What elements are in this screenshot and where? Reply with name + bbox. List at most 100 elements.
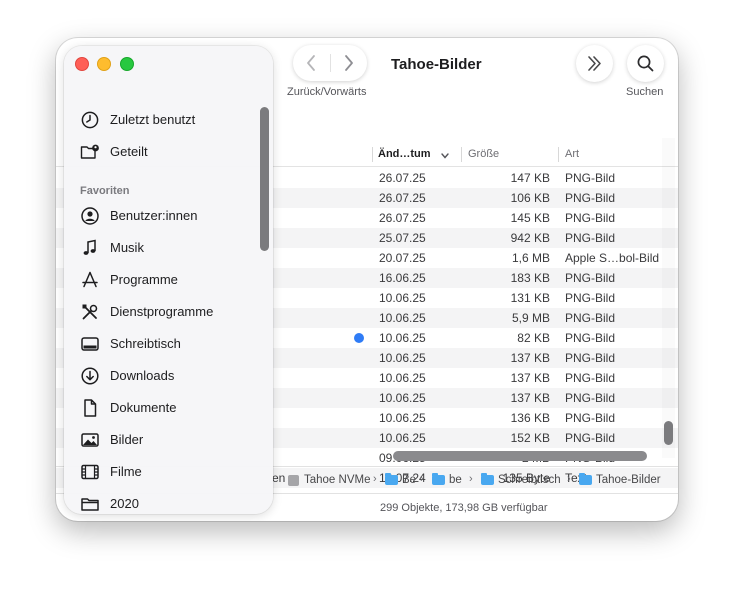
download-icon	[81, 367, 99, 385]
sidebar-item-label: Musik	[110, 240, 144, 255]
folder-icon	[432, 473, 445, 485]
sidebar-item-desktop[interactable]: Schreibtisch	[74, 332, 254, 356]
more-toolbar-button[interactable]	[576, 45, 613, 82]
nav-label: Zurück/Vorwärts	[287, 86, 367, 98]
sidebar-item-label: 2020	[110, 496, 139, 511]
sidebar: Zuletzt benutzt Geteilt Favoriten Benutz…	[64, 46, 273, 514]
minimize-button[interactable]	[97, 57, 111, 71]
file-kind: PNG-Bild	[565, 371, 616, 385]
column-divider[interactable]	[558, 147, 559, 162]
file-date: 10.06.25	[379, 291, 426, 305]
window-title: Tahoe-Bilder	[391, 56, 482, 73]
file-size: 1,6 MB	[511, 251, 550, 265]
sidebar-item-label: Filme	[110, 464, 142, 479]
sidebar-item-pictures[interactable]: Bilder	[74, 428, 254, 452]
file-kind: PNG-Bild	[565, 211, 616, 225]
file-kind: PNG-Bild	[565, 351, 616, 365]
search-label: Suchen	[626, 86, 664, 98]
sidebar-item-label: Benutzer:innen	[110, 208, 198, 223]
file-date: 26.07.25	[379, 211, 426, 225]
sidebar-item-utilities[interactable]: Dienstprogramme	[74, 300, 254, 324]
horizontal-scrollbar[interactable]	[393, 451, 647, 461]
disk-icon	[288, 475, 299, 486]
file-date: 20.07.25	[379, 251, 426, 265]
folder-icon	[481, 473, 494, 485]
file-size: 137 KB	[510, 391, 550, 405]
finder-window: Änd…tum Größe Art 26.07.25 147 KB PNG-Bild…	[56, 38, 678, 521]
column-divider[interactable]	[461, 147, 462, 162]
file-size: 136 KB	[510, 411, 550, 425]
file-kind: PNG-Bild	[565, 271, 616, 285]
file-date: 16.06.25	[379, 271, 426, 285]
maximize-button[interactable]	[120, 57, 134, 71]
path-crumb[interactable]: Tahoe NVMe	[304, 474, 370, 486]
column-header-date-label: Änd…tum	[378, 148, 431, 160]
file-size: 137 KB	[510, 351, 550, 365]
file-size: 942 KB	[510, 231, 550, 245]
person-icon	[81, 207, 99, 225]
file-date: 10.06.25	[379, 331, 426, 345]
path-separator: ›	[567, 473, 571, 485]
file-date: 25.07.25	[379, 231, 426, 245]
file-kind: PNG-Bild	[565, 311, 616, 325]
file-date: 10.06.25	[379, 371, 426, 385]
search-icon	[637, 55, 654, 72]
file-date: 26.07.25	[379, 191, 426, 205]
forward-button[interactable]	[330, 45, 367, 81]
back-forward-control	[293, 45, 367, 81]
file-kind: PNG-Bild	[565, 431, 616, 445]
sidebar-item-label: Zuletzt benutzt	[110, 112, 196, 127]
sidebar-item-shared[interactable]: Geteilt	[74, 140, 254, 164]
sidebar-scrollbar[interactable]	[260, 107, 269, 251]
sidebar-item-applications[interactable]: Programme	[74, 268, 254, 292]
file-date: 10.06.25	[379, 411, 426, 425]
sidebar-item-downloads[interactable]: Downloads	[74, 364, 254, 388]
file-size: 106 KB	[510, 191, 550, 205]
sidebar-item-recents[interactable]: Zuletzt benutzt	[74, 108, 254, 132]
file-kind: PNG-Bild	[565, 331, 616, 345]
column-divider[interactable]	[372, 147, 373, 162]
column-header-date[interactable]: Änd…tum	[378, 148, 449, 160]
path-crumb[interactable]: Tahoe-Bilder	[596, 474, 661, 486]
column-header-kind[interactable]: Art	[565, 148, 579, 160]
close-button[interactable]	[75, 57, 89, 71]
path-separator: ›	[420, 473, 424, 485]
path-crumb[interactable]: be	[449, 474, 462, 486]
photo-icon	[81, 433, 99, 447]
file-date: 10.06.25	[379, 431, 426, 445]
applications-icon	[82, 271, 98, 288]
sidebar-item-documents[interactable]: Dokumente	[74, 396, 254, 420]
file-date: 10.06.25	[379, 351, 426, 365]
column-header-size[interactable]: Größe	[468, 148, 499, 160]
vertical-scrollbar[interactable]	[664, 421, 673, 445]
path-separator: ›	[373, 473, 377, 485]
path-crumb[interactable]: Schreibtisch	[498, 474, 561, 486]
file-kind: PNG-Bild	[565, 291, 616, 305]
file-kind: PNG-Bild	[565, 231, 616, 245]
sidebar-item-users[interactable]: Benutzer:innen	[74, 204, 254, 228]
sidebar-item-music[interactable]: Musik	[74, 236, 254, 260]
folder-icon	[81, 498, 99, 511]
chevron-left-icon	[307, 55, 315, 71]
sidebar-section-favorites: Favoriten	[80, 185, 130, 197]
back-button[interactable]	[293, 45, 330, 81]
status-text: 299 Objekte, 173,98 GB verfügbar	[380, 502, 548, 514]
file-size: 152 KB	[510, 431, 550, 445]
sidebar-item-label: Dienstprogramme	[110, 304, 214, 319]
sidebar-item-label: Schreibtisch	[110, 336, 181, 351]
file-kind: PNG-Bild	[565, 391, 616, 405]
path-crumb[interactable]: Be	[402, 474, 416, 486]
search-button[interactable]	[627, 45, 664, 82]
sidebar-item-movies[interactable]: Filme	[74, 460, 254, 484]
sidebar-item-2020[interactable]: 2020	[74, 492, 254, 514]
sidebar-item-label: Bilder	[110, 432, 144, 447]
file-size: 82 KB	[517, 331, 550, 345]
film-icon	[81, 464, 99, 480]
desktop-icon	[81, 337, 99, 351]
chevron-down-icon	[441, 153, 449, 159]
file-size: 5,9 MB	[511, 311, 550, 325]
sidebar-item-label: Geteilt	[110, 144, 148, 159]
file-kind: Apple S…bol-Bild	[565, 251, 660, 265]
sidebar-item-label: Downloads	[110, 368, 175, 383]
vertical-scroll-track[interactable]	[662, 138, 675, 458]
